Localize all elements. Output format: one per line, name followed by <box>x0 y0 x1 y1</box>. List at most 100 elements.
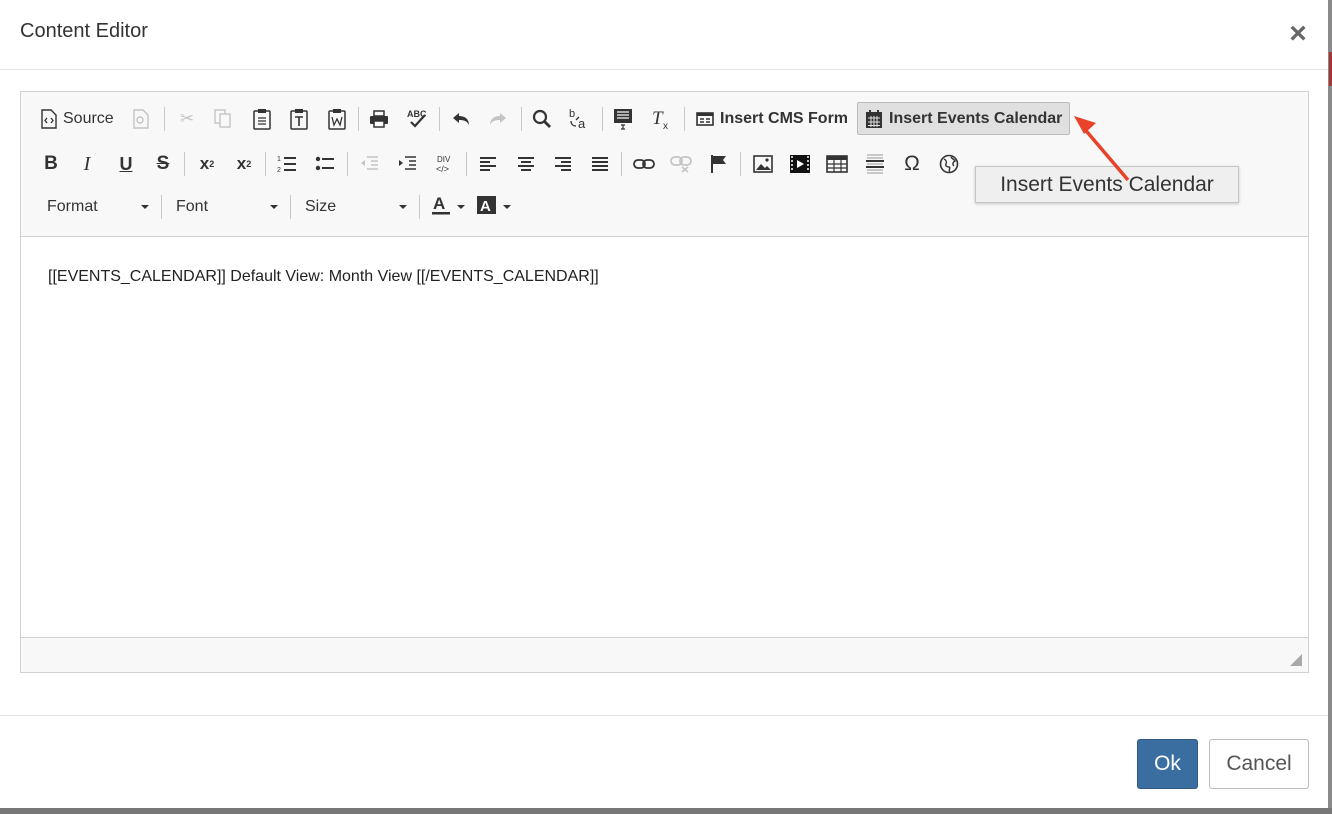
calendar-icon <box>865 109 883 129</box>
bold-icon[interactable]: B <box>39 152 63 176</box>
svg-text:a: a <box>578 116 586 131</box>
dialog-header: Content Editor × <box>0 0 1328 70</box>
toolbar-separator <box>184 152 185 176</box>
anchor-flag-icon[interactable] <box>707 152 731 176</box>
save-template-icon[interactable] <box>129 107 153 131</box>
dialog-footer: Ok Cancel <box>0 715 1328 808</box>
cancel-button[interactable]: Cancel <box>1209 739 1309 789</box>
toolbar-separator <box>466 152 467 176</box>
font-dropdown[interactable]: Font <box>176 195 278 219</box>
insert-cms-form-button[interactable]: Insert CMS Form <box>696 107 848 131</box>
replace-icon[interactable]: ba <box>567 107 591 131</box>
toolbar-separator <box>358 107 359 131</box>
paste-text-icon[interactable] <box>287 107 311 131</box>
horizontal-line-icon[interactable] <box>863 152 887 176</box>
svg-text:2: 2 <box>277 167 281 174</box>
find-icon[interactable] <box>530 107 554 131</box>
source-label: Source <box>63 110 114 127</box>
chevron-down-icon <box>399 205 407 209</box>
div-container-icon[interactable]: DIV </> <box>433 152 457 176</box>
text-color-icon: A <box>431 194 451 221</box>
align-center-icon[interactable] <box>514 152 538 176</box>
subscript-icon[interactable]: x2 <box>195 152 219 176</box>
remove-format-icon[interactable]: Tx <box>650 107 674 131</box>
justify-icon[interactable] <box>588 152 612 176</box>
toolbar-separator <box>740 152 741 176</box>
background-color-icon: A <box>477 195 497 220</box>
resize-handle-icon[interactable] <box>1290 654 1302 666</box>
toolbar-separator <box>684 107 685 131</box>
text-color-button[interactable]: A <box>431 194 465 221</box>
chevron-down-icon <box>503 205 511 209</box>
source-button[interactable]: Source <box>41 107 114 131</box>
strikethrough-icon[interactable]: S <box>151 152 175 176</box>
form-icon <box>696 111 714 127</box>
video-icon[interactable] <box>788 152 812 176</box>
svg-text:1: 1 <box>277 156 281 163</box>
svg-text:DIV: DIV <box>437 155 451 164</box>
copy-icon[interactable] <box>211 107 235 131</box>
content-editor-dialog: Content Editor × Source ✂ ABC b a T x In… <box>0 0 1328 808</box>
editor-content-area[interactable]: [[EVENTS_CALENDAR]] Default View: Month … <box>21 237 1308 637</box>
toolbar-separator <box>265 152 266 176</box>
toolbar-separator <box>161 195 162 219</box>
insert-events-calendar-label: Insert Events Calendar <box>889 109 1063 127</box>
chevron-down-icon <box>270 205 278 209</box>
spellcheck-icon[interactable]: ABC <box>405 107 429 131</box>
paste-icon[interactable] <box>250 107 274 131</box>
close-icon[interactable]: × <box>1284 19 1312 49</box>
editor-status-bar <box>21 637 1308 672</box>
svg-text:x: x <box>663 121 668 130</box>
source-icon <box>41 109 57 129</box>
align-left-icon[interactable] <box>476 152 500 176</box>
svg-text:</>: </> <box>436 164 449 174</box>
format-dropdown[interactable]: Format <box>47 195 149 219</box>
align-right-icon[interactable] <box>551 152 575 176</box>
numbered-list-icon[interactable]: 12 <box>275 152 299 176</box>
background-edge-bottom <box>0 808 1332 814</box>
toolbar-separator <box>290 195 291 219</box>
toolbar-separator <box>347 152 348 176</box>
insert-events-calendar-button[interactable]: Insert Events Calendar <box>857 102 1071 135</box>
toolbar-separator <box>521 107 522 131</box>
insert-cms-form-label: Insert CMS Form <box>720 110 849 127</box>
select-all-icon[interactable] <box>611 107 635 131</box>
link-icon[interactable] <box>632 152 656 176</box>
undo-icon[interactable] <box>449 107 473 131</box>
svg-text:b: b <box>569 108 575 120</box>
unlink-icon[interactable] <box>669 152 693 176</box>
toolbar-separator <box>164 107 165 131</box>
underline-icon[interactable]: U <box>114 152 138 176</box>
font-label: Font <box>176 198 209 215</box>
size-label: Size <box>305 198 337 215</box>
paste-from-word-icon[interactable] <box>325 107 349 131</box>
toolbar-separator <box>602 107 603 131</box>
content-text: [[EVENTS_CALENDAR]] Default View: Month … <box>48 268 599 285</box>
redo-icon[interactable] <box>486 107 510 131</box>
ok-button[interactable]: Ok <box>1137 739 1198 789</box>
superscript-icon[interactable]: x2 <box>232 152 256 176</box>
toolbar-separator <box>621 152 622 176</box>
image-icon[interactable] <box>751 152 775 176</box>
format-label: Format <box>47 198 98 215</box>
size-dropdown[interactable]: Size <box>305 195 407 219</box>
iframe-globe-icon[interactable] <box>937 152 961 176</box>
special-char-icon[interactable]: Ω <box>900 152 924 176</box>
table-icon[interactable] <box>825 152 849 176</box>
annotation-arrow-icon <box>1074 116 1130 182</box>
indent-icon[interactable] <box>395 152 419 176</box>
print-icon[interactable] <box>367 107 391 131</box>
background-color-button[interactable]: A <box>477 195 511 219</box>
chevron-down-icon <box>141 205 149 209</box>
background-edge <box>1328 0 1332 814</box>
toolbar-separator <box>439 107 440 131</box>
svg-text:A: A <box>480 198 491 215</box>
toolbar-separator <box>419 195 420 219</box>
bulleted-list-icon[interactable] <box>313 152 337 176</box>
dialog-title: Content Editor <box>20 20 148 42</box>
chevron-down-icon <box>457 205 465 209</box>
svg-text:A: A <box>433 194 445 213</box>
outdent-icon[interactable] <box>357 152 381 176</box>
cut-icon[interactable]: ✂ <box>175 107 199 131</box>
italic-icon[interactable]: I <box>75 152 99 176</box>
